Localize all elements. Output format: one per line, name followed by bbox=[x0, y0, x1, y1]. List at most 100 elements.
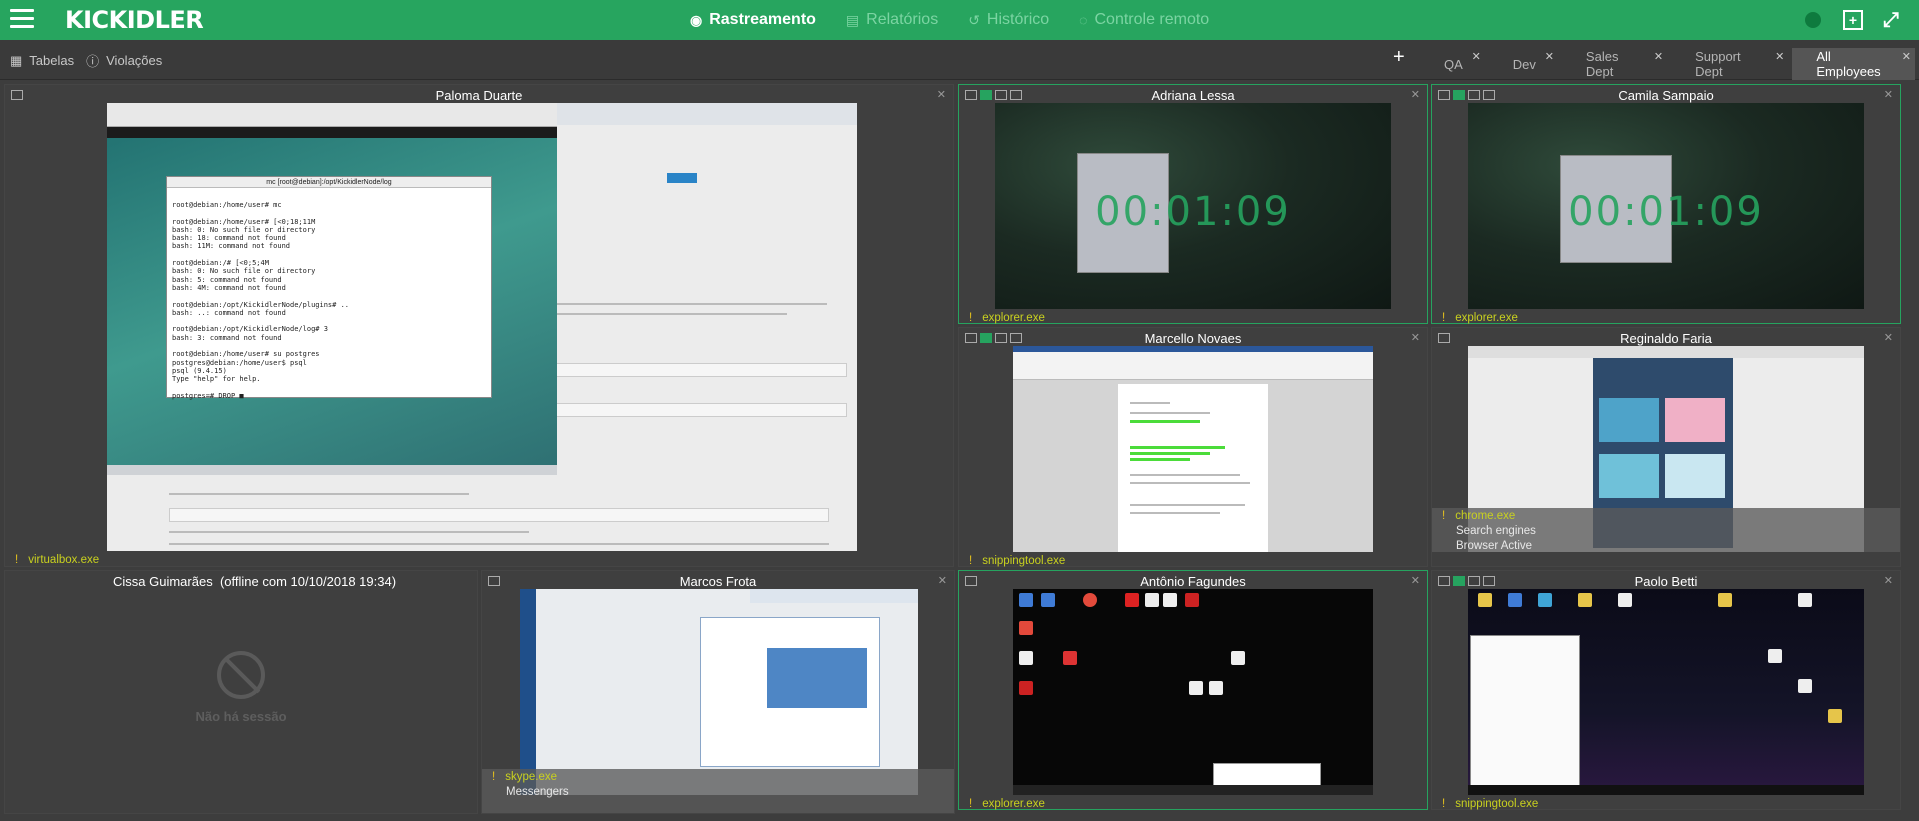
idle-timer: 00:01:09 bbox=[1095, 189, 1291, 235]
app-logo: KICKIDLER bbox=[65, 6, 204, 34]
category-label: Messengers bbox=[506, 786, 569, 798]
tab-label: All Employees bbox=[1816, 49, 1881, 79]
view-switch: ▦ Tabelas ⓘ Violações bbox=[10, 51, 174, 70]
process-name: explorer.exe bbox=[1455, 312, 1518, 324]
virtualbox-window: mc [root@debian]:/opt/KickidlerNode/log … bbox=[107, 103, 557, 475]
fullscreen-icon[interactable]: ⤢ bbox=[1881, 9, 1901, 31]
warning-icon: ! bbox=[969, 798, 973, 810]
close-icon[interactable]: ✕ bbox=[1654, 50, 1663, 63]
employee-tile[interactable]: Marcos Frota ✕ ! skype.exe Messengers bbox=[481, 570, 955, 814]
screen-thumbnail[interactable]: 00:01:09 bbox=[1468, 103, 1864, 309]
tab-sales-dept[interactable]: Sales Dept ✕ bbox=[1562, 48, 1667, 80]
remote-icon: ◌ bbox=[1079, 12, 1088, 28]
nav-controle-remoto[interactable]: ◌ Controle remoto bbox=[1079, 11, 1209, 29]
tab-label: Dev bbox=[1512, 56, 1536, 72]
employee-tile[interactable]: Adriana Lessa ✕ 00:01:09 ! explorer.exe bbox=[958, 84, 1428, 324]
process-name: chrome.exe bbox=[1455, 510, 1516, 522]
offline-status: (offline com 10/10/2018 19:34) bbox=[219, 574, 397, 589]
tables-button[interactable]: Tabelas bbox=[29, 53, 74, 68]
nav-historico[interactable]: ↺ Histórico bbox=[968, 11, 1049, 29]
warning-icon: ! bbox=[1442, 510, 1446, 522]
terminal-window: mc [root@debian]:/opt/KickidlerNode/log … bbox=[166, 176, 492, 400]
process-name: virtualbox.exe bbox=[28, 554, 100, 566]
employee-name: Marcello Novaes bbox=[1144, 331, 1242, 346]
employee-tile[interactable]: Cissa Guimarães (offline com 10/10/2018 … bbox=[4, 570, 478, 814]
tab-dev[interactable]: Dev ✕ bbox=[1489, 48, 1558, 80]
add-window-icon[interactable]: + bbox=[1843, 10, 1863, 30]
menu-icon[interactable] bbox=[10, 9, 34, 31]
close-icon[interactable]: ✕ bbox=[1902, 50, 1911, 63]
employee-name: Cissa Guimarães (offline com 10/10/2018 … bbox=[113, 574, 397, 589]
close-icon[interactable]: ✕ bbox=[938, 574, 947, 587]
close-icon[interactable]: ✕ bbox=[1884, 574, 1893, 587]
process-name: explorer.exe bbox=[982, 312, 1045, 324]
category-label: Search engines bbox=[1456, 525, 1536, 537]
tab-label: Support Dept bbox=[1695, 49, 1741, 79]
screen-thumbnail[interactable] bbox=[1013, 346, 1373, 552]
process-name: skype.exe bbox=[505, 771, 557, 783]
tab-all-employees[interactable]: All Employees ✕ bbox=[1792, 48, 1916, 80]
close-icon[interactable]: ✕ bbox=[1884, 331, 1893, 344]
employee-name: Marcos Frota bbox=[679, 574, 757, 589]
screen-thumbnail[interactable] bbox=[1468, 589, 1864, 795]
employee-name: Adriana Lessa bbox=[1151, 88, 1235, 103]
top-right-controls: + ⤢ bbox=[1805, 0, 1919, 40]
history-icon: ↺ bbox=[968, 11, 980, 28]
eye-icon: ◉ bbox=[690, 11, 703, 28]
warning-icon: ! bbox=[969, 312, 973, 324]
employee-tile[interactable]: Antônio Fagundes ✕ ! explorer.exe bbox=[958, 570, 1428, 810]
top-bar: KICKIDLER ◉ Rastreamento ▤ Relatórios ↺ … bbox=[0, 0, 1919, 40]
tab-support-dept[interactable]: Support Dept ✕ bbox=[1671, 48, 1788, 80]
idle-timer: 00:01:09 bbox=[1568, 189, 1764, 235]
employee-name: Paloma Duarte bbox=[435, 88, 523, 103]
nav-label: Rastreamento bbox=[709, 11, 816, 28]
employee-grid: Paloma Duarte ✕ mc [root@debian]:/opt/Ki… bbox=[0, 82, 1919, 821]
nav-relatorios[interactable]: ▤ Relatórios bbox=[846, 11, 938, 29]
warning-icon: ! bbox=[492, 771, 496, 783]
close-icon[interactable]: ✕ bbox=[1411, 574, 1420, 587]
no-entry-icon bbox=[217, 651, 265, 699]
status-label: Browser Active bbox=[1456, 540, 1533, 552]
main-nav: ◉ Rastreamento ▤ Relatórios ↺ Histórico … bbox=[690, 0, 1239, 40]
employee-tile[interactable]: Camila Sampaio ✕ 00:01:09 ! explorer.exe bbox=[1431, 84, 1901, 324]
close-icon[interactable]: ✕ bbox=[1411, 88, 1420, 101]
tab-label: Sales Dept bbox=[1585, 49, 1619, 79]
add-tab-button[interactable]: + bbox=[1393, 46, 1405, 69]
screen-thumbnail[interactable]: mc [root@debian]:/opt/KickidlerNode/log … bbox=[107, 103, 857, 551]
tab-qa[interactable]: QA ✕ bbox=[1420, 48, 1485, 80]
violations-button[interactable]: Violações bbox=[106, 53, 162, 68]
employee-name: Reginaldo Faria bbox=[1620, 331, 1712, 346]
employee-tile[interactable]: Paloma Duarte ✕ mc [root@debian]:/opt/Ki… bbox=[4, 84, 954, 567]
warning-icon: ! bbox=[1442, 312, 1446, 324]
nav-rastreamento[interactable]: ◉ Rastreamento bbox=[690, 11, 816, 29]
screen-thumbnail[interactable] bbox=[1013, 589, 1373, 795]
close-icon[interactable]: ✕ bbox=[1472, 50, 1481, 63]
warning-icon: ! bbox=[969, 555, 973, 567]
close-icon[interactable]: ✕ bbox=[1884, 88, 1893, 101]
close-icon[interactable]: ✕ bbox=[937, 88, 946, 101]
warning-icon: ! bbox=[15, 554, 19, 566]
no-session-label: Não há sessão bbox=[195, 709, 287, 724]
nav-label: Controle remoto bbox=[1094, 11, 1210, 28]
connection-status-icon bbox=[1805, 12, 1821, 28]
employee-name: Antônio Fagundes bbox=[1140, 574, 1246, 589]
employee-tile[interactable]: Paolo Betti ✕ ! snippingtool.exe bbox=[1431, 570, 1901, 810]
employee-name: Camila Sampaio bbox=[1618, 88, 1714, 103]
close-icon[interactable]: ✕ bbox=[1545, 50, 1554, 63]
process-name: snippingtool.exe bbox=[982, 555, 1066, 567]
screen-thumbnail[interactable] bbox=[520, 589, 918, 795]
no-session-placeholder: Não há sessão bbox=[5, 651, 477, 724]
nav-label: Relatórios bbox=[866, 11, 939, 28]
terminal-output: root@debian:/home/user# mc root@debian:/… bbox=[172, 201, 350, 400]
report-icon: ▤ bbox=[845, 11, 860, 28]
close-icon[interactable]: ✕ bbox=[1411, 331, 1420, 344]
employee-name: Paolo Betti bbox=[1634, 574, 1698, 589]
group-tabs: QA ✕ Dev ✕ Sales Dept ✕ Support Dept ✕ All E… bbox=[1420, 48, 1919, 80]
table-icon: ▦ bbox=[10, 52, 23, 68]
info-icon: ⓘ bbox=[86, 54, 100, 69]
close-icon[interactable]: ✕ bbox=[1775, 50, 1784, 63]
tab-label: QA bbox=[1444, 56, 1463, 72]
employee-tile[interactable]: Marcello Novaes ✕ ! snippingtool.exe bbox=[958, 327, 1428, 567]
employee-tile[interactable]: Reginaldo Faria ✕ ! chrome.exe Search eng… bbox=[1431, 327, 1901, 567]
screen-thumbnail[interactable]: 00:01:09 bbox=[995, 103, 1391, 309]
